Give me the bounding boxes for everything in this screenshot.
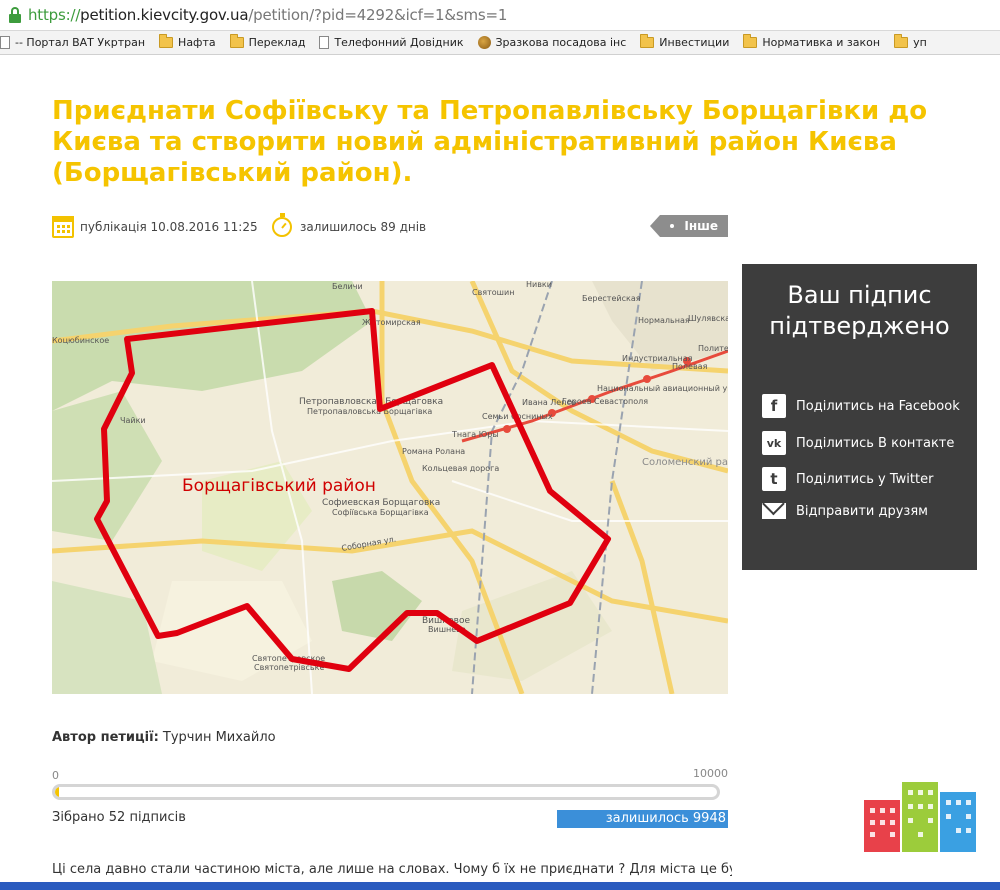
globe-icon: [477, 36, 491, 49]
share-facebook-button[interactable]: f Поділитись на Facebook: [762, 393, 960, 419]
petition-meta: публікація 10.08.2016 11:25 залишилось 8…: [52, 213, 728, 240]
svg-text:Кольцевая дорога: Кольцевая дорога: [422, 464, 499, 473]
page-icon: [319, 36, 330, 49]
progress-min: 0: [52, 769, 59, 782]
progress-fill: [55, 787, 59, 797]
vk-icon: vk: [762, 431, 786, 455]
bookmark-nafta[interactable]: Нафта: [159, 34, 216, 49]
svg-text:Петропавловська Борщагівка: Петропавловська Борщагівка: [307, 407, 432, 416]
svg-text:Героев Севастополя: Героев Севастополя: [562, 397, 648, 406]
svg-text:Петропавловская Борщаговка: Петропавловская Борщаговка: [299, 397, 443, 407]
progress-max: 10000: [693, 767, 728, 780]
bookmark-pereklad[interactable]: Переклад: [229, 34, 305, 49]
svg-text:Шулявская: Шулявская: [688, 314, 728, 323]
bookmark-phonebook[interactable]: Телефонний Довідник: [319, 36, 464, 49]
share-vk-button[interactable]: vk Поділитись В контакте: [762, 430, 954, 456]
svg-text:Святошин: Святошин: [472, 288, 514, 297]
kyiv-buildings-logo: [862, 780, 978, 880]
bookmark-normatyvka[interactable]: Нормативка и закон: [743, 34, 880, 49]
time-remaining: залишилось 89 днів: [272, 213, 426, 240]
svg-text:Беличи: Беличи: [332, 282, 363, 291]
bookmark-investments[interactable]: Инвестиции: [640, 34, 729, 49]
bookmark-portal[interactable]: -- Портал ВАТ Укртран: [0, 36, 145, 49]
svg-text:Тнага Юры: Тнага Юры: [451, 430, 499, 439]
svg-text:Нивки: Нивки: [526, 281, 552, 289]
envelope-icon: [762, 503, 786, 519]
petition-author: Автор петиції: Турчин Михайло: [52, 730, 276, 745]
svg-text:Соломенский район: Соломенский район: [642, 457, 728, 468]
url-text[interactable]: https://petition.kievcity.gov.ua/petitio…: [28, 6, 507, 24]
map-svg: Петропавловская Борщаговка Петропавловсь…: [52, 281, 728, 694]
svg-text:Софіївська Борщагівка: Софіївська Борщагівка: [332, 508, 429, 517]
bookmark-instruction[interactable]: Зразкова посадова інс: [477, 36, 626, 49]
svg-text:Полевая: Полевая: [672, 362, 708, 371]
petition-title: Приєднати Софіївську та Петропавлівську …: [52, 96, 928, 188]
svg-text:Нормальная: Нормальная: [638, 316, 690, 325]
signature-confirmed-title: Ваш підпис підтверджено: [769, 281, 950, 340]
signatures-collected: Зібрано 52 підписів: [52, 810, 186, 825]
share-twitter-button[interactable]: t Поділитись у Twitter: [762, 466, 933, 492]
taskbar: [0, 882, 1000, 890]
district-label: Борщагівський район: [182, 476, 376, 496]
calendar-icon: [52, 216, 74, 238]
stopwatch-icon: [272, 213, 292, 237]
signature-panel: Ваш підпис підтверджено f Поділитись на …: [742, 264, 977, 570]
publication-date: публікація 10.08.2016 11:25: [52, 214, 258, 240]
folder-icon: [640, 34, 655, 48]
svg-text:Берестейская: Берестейская: [582, 294, 641, 303]
twitter-icon: t: [762, 467, 786, 491]
svg-text:Чайки: Чайки: [120, 416, 146, 425]
bookmark-up[interactable]: уп: [894, 34, 927, 49]
facebook-icon: f: [762, 394, 786, 418]
category-tag[interactable]: Інше: [650, 215, 728, 237]
svg-text:Национальный авиационный униве: Национальный авиационный университет: [597, 384, 728, 393]
svg-text:Коцюбинское: Коцюбинское: [52, 336, 109, 345]
district-map: Петропавловская Борщаговка Петропавловсь…: [52, 281, 728, 694]
address-bar[interactable]: https://petition.kievcity.gov.ua/petitio…: [0, 0, 1000, 31]
folder-icon: [159, 34, 174, 48]
bookmarks-bar: -- Портал ВАТ Укртран Нафта Переклад Тел…: [0, 31, 1000, 55]
folder-icon: [894, 34, 909, 48]
signature-progress-bar: [52, 784, 720, 800]
petition-body-text: Ці села давно стали частиною міста, але …: [52, 862, 732, 877]
lock-icon: [8, 7, 22, 23]
page-icon: [0, 36, 10, 49]
signatures-remaining: залишилось 9948 підписів: [557, 810, 728, 844]
folder-icon: [743, 34, 758, 48]
svg-text:Политех: Политех: [698, 344, 728, 353]
svg-text:Софиевская Борщаговка: Софиевская Борщаговка: [322, 498, 440, 508]
folder-icon: [229, 34, 244, 48]
svg-text:Романа Ролана: Романа Ролана: [402, 447, 465, 456]
share-email-button[interactable]: Відправити друзям: [762, 498, 928, 524]
